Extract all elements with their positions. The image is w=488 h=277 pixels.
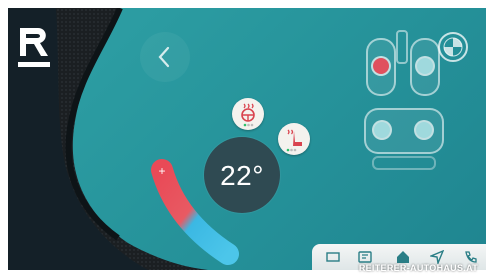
infotainment-photo: 22° + REITERER-AUTOHAUS.AT [0, 0, 488, 277]
heated-steering-wheel-button[interactable] [232, 98, 264, 130]
navigation-icon[interactable] [430, 250, 444, 264]
apps-icon[interactable] [326, 250, 340, 264]
home-icon[interactable] [396, 250, 410, 264]
watermark-text: REITERER-AUTOHAUS.AT [358, 263, 478, 273]
rear-right-heat-indicator [416, 122, 432, 138]
center-console [396, 30, 408, 64]
phone-icon[interactable] [464, 250, 478, 264]
rear-cushion [372, 156, 436, 170]
heated-seat-button[interactable] [278, 123, 310, 155]
rear-left-heat-indicator [374, 122, 390, 138]
heated-seat-icon [286, 129, 302, 152]
temperature-increase-symbol[interactable]: + [158, 164, 165, 178]
temperature-slider[interactable]: + [148, 158, 248, 268]
front-right-seat[interactable] [410, 38, 440, 96]
seat-heat-indicator [417, 58, 433, 74]
front-left-seat[interactable] [366, 38, 396, 96]
dealer-logo [18, 28, 50, 67]
seat-heat-indicator-active [373, 58, 389, 74]
media-icon[interactable] [358, 250, 372, 264]
chevron-left-icon [158, 46, 170, 68]
bmw-logo [438, 32, 468, 62]
heated-steering-wheel-icon [241, 103, 255, 127]
back-button[interactable] [140, 32, 190, 82]
rear-bench[interactable] [364, 108, 444, 154]
